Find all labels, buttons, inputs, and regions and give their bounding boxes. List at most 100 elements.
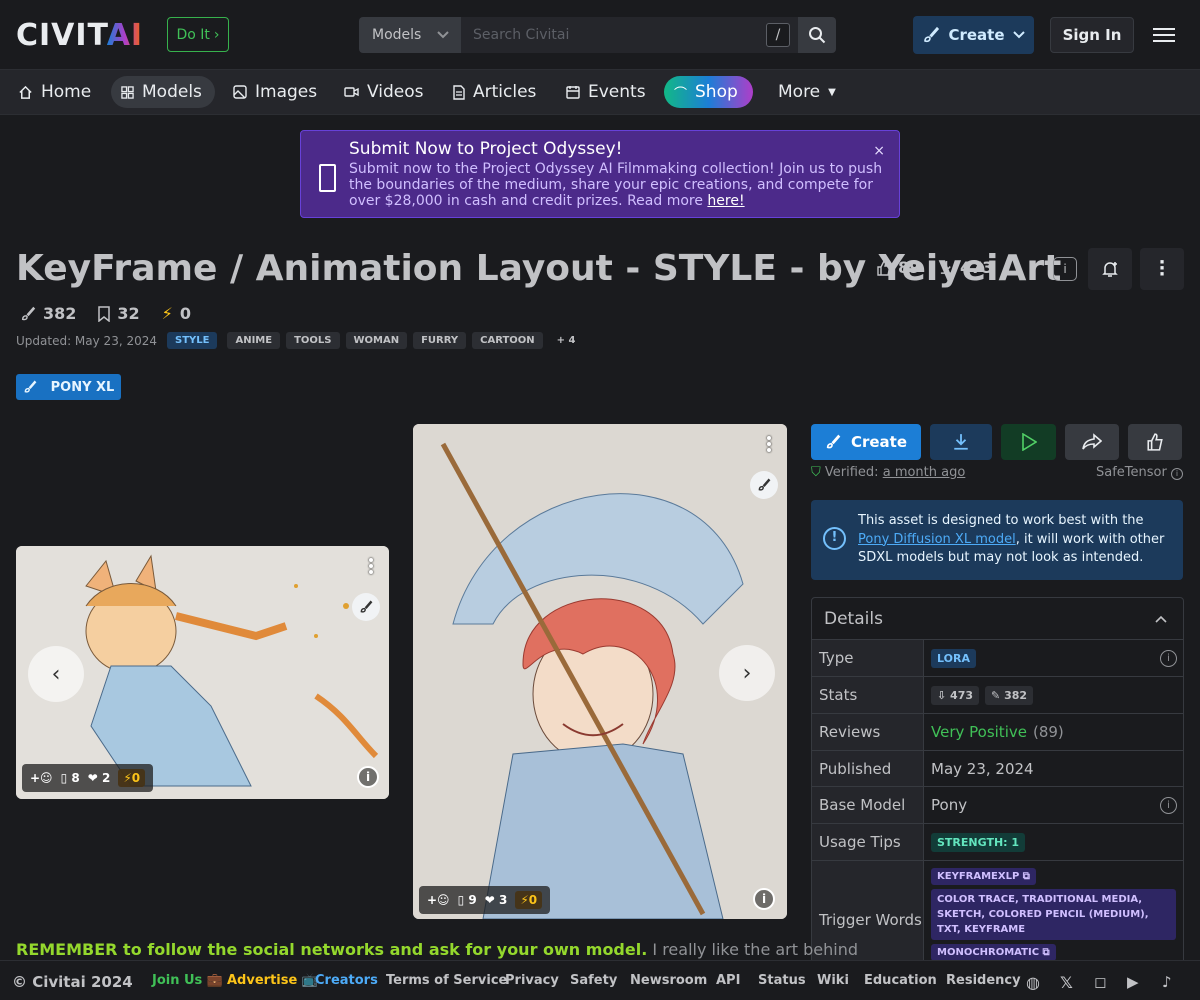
remix-icon[interactable] <box>352 593 380 621</box>
hamburger-menu-icon[interactable] <box>1153 24 1175 44</box>
nav-home[interactable]: Home <box>8 76 101 108</box>
buzz-stat: ⚡ 0 <box>161 304 192 323</box>
film-icon <box>319 164 336 192</box>
heart-count[interactable]: ❤ 2 <box>88 771 111 785</box>
brush-icon <box>360 600 373 613</box>
sign-in-button[interactable]: Sign In <box>1050 17 1134 53</box>
info-icon[interactable]: i <box>1171 468 1183 480</box>
tag-tools[interactable]: TOOLS <box>286 332 340 349</box>
search-button[interactable] <box>798 17 836 53</box>
civitai-logo[interactable]: CIVITAI <box>16 18 143 53</box>
share-button[interactable] <box>1065 424 1119 460</box>
footer-link-newsroom[interactable]: Newsroom <box>630 973 707 988</box>
likes-stat[interactable]: 89 <box>876 258 920 277</box>
chevron-up-icon <box>1155 615 1167 623</box>
gallery-image-card[interactable]: +☺ ▯ 9 ❤ 3 ⚡0 i › <box>413 424 787 919</box>
create-button[interactable]: Create <box>811 424 921 460</box>
details-panel: Details Type LORA i Stats ⇩ 473 ✎ 382 Review… <box>811 597 1184 977</box>
notify-button[interactable] <box>1088 248 1132 290</box>
footer-link-creators[interactable]: Creators <box>315 973 378 988</box>
footer-link-terms[interactable]: Terms of Service <box>386 973 507 988</box>
play-button[interactable] <box>1001 424 1056 460</box>
trigger-word-chip[interactable]: MONOCHROMATIC ⧉ <box>931 944 1056 961</box>
footer-link-safety[interactable]: Safety <box>570 973 617 988</box>
more-options-button[interactable]: · · · <box>1140 248 1184 290</box>
nav-more[interactable]: More ▼ <box>768 76 846 108</box>
banner-read-more-link[interactable]: here! <box>707 193 744 209</box>
footer-link-education[interactable]: Education <box>864 973 937 988</box>
detail-row-published: Published May 23, 2024 <box>812 751 1183 787</box>
updated-date: Updated: May 23, 2024 <box>16 333 157 348</box>
reviews-rating[interactable]: Very Positive <box>931 723 1027 741</box>
downloads-stat[interactable]: 473 <box>939 258 993 277</box>
model-info-button[interactable]: i <box>1043 248 1087 290</box>
like-button[interactable] <box>1128 424 1182 460</box>
reaction-bar[interactable]: +☺ ▯ 8 ❤ 2 ⚡0 <box>22 764 154 792</box>
trigger-word-chip[interactable]: KEYFRAMEXLP ⧉ <box>931 868 1036 885</box>
footer-link-status[interactable]: Status <box>758 973 806 988</box>
discord-icon[interactable]: ◍ <box>1026 973 1040 992</box>
create-menu-label: Create <box>948 26 1005 44</box>
info-icon[interactable]: i <box>357 766 379 788</box>
footer-link-residency[interactable]: Residency <box>946 973 1021 988</box>
model-meta-row: Updated: May 23, 2024 STYLE ANIME TOOLS … <box>16 332 584 349</box>
footer-link-api[interactable]: API <box>716 973 740 988</box>
nav-videos-label: Videos <box>367 82 424 102</box>
nav-events[interactable]: Events <box>556 76 656 108</box>
carousel-prev-button[interactable]: ‹ <box>28 646 84 702</box>
brush-icon <box>826 434 841 449</box>
search-input[interactable]: Search Civitai / <box>461 17 798 53</box>
details-header[interactable]: Details <box>812 598 1183 640</box>
shield-check-icon: ⛉ <box>811 465 821 480</box>
laugh-count[interactable]: ▯ 9 <box>458 893 477 907</box>
x-icon[interactable]: 𝕏 <box>1060 973 1073 992</box>
add-reaction-icon[interactable]: +☺ <box>30 771 53 785</box>
search-scope-select[interactable]: Models <box>359 17 461 53</box>
brush-icon <box>924 26 940 43</box>
trigger-word-chip[interactable]: COLOR TRACE, TRADITIONAL MEDIA, SKETCH, … <box>931 889 1176 940</box>
download-button[interactable] <box>930 424 992 460</box>
reaction-bar[interactable]: +☺ ▯ 9 ❤ 3 ⚡0 <box>419 886 551 914</box>
card-menu-icon[interactable] <box>767 434 773 454</box>
tag-cartoon[interactable]: CARTOON <box>472 332 543 349</box>
heart-count[interactable]: ❤ 3 <box>485 893 508 907</box>
nav-shop[interactable]: ⌒ Shop <box>664 76 753 108</box>
banner-body: Submit now to the Project Odyssey AI Fil… <box>349 161 883 209</box>
do-it-button[interactable]: Do It › <box>167 17 229 52</box>
card-menu-icon[interactable] <box>369 556 375 576</box>
nav-images[interactable]: Images <box>223 76 327 108</box>
carousel-next-button[interactable]: › <box>719 645 775 701</box>
tag-woman[interactable]: WOMAN <box>345 332 408 349</box>
nav-models-label: Models <box>142 82 202 102</box>
footer-link-wiki[interactable]: Wiki <box>817 973 849 988</box>
tag-style[interactable]: STYLE <box>167 332 218 349</box>
search-icon <box>809 27 826 44</box>
pony-model-link[interactable]: Pony Diffusion XL model <box>858 532 1016 547</box>
buzz-tip[interactable]: ⚡0 <box>515 891 543 909</box>
info-icon[interactable]: i <box>753 888 775 910</box>
gallery-image-card[interactable]: +☺ ▯ 8 ❤ 2 ⚡0 i ‹ <box>16 546 389 799</box>
nav-videos[interactable]: Videos <box>334 76 434 108</box>
info-icon[interactable]: i <box>1160 796 1177 814</box>
footer-link-privacy[interactable]: Privacy <box>505 973 559 988</box>
nav-models[interactable]: Models <box>111 76 215 108</box>
footer-link-join[interactable]: Join Us 💼 <box>152 973 223 988</box>
tag-furry[interactable]: FURRY <box>413 332 467 349</box>
remix-icon[interactable] <box>750 471 778 499</box>
youtube-icon[interactable]: ▶ <box>1127 973 1139 991</box>
add-reaction-icon[interactable]: +☺ <box>427 893 450 907</box>
create-menu-button[interactable]: Create <box>913 16 1034 54</box>
nav-articles[interactable]: Articles <box>443 76 546 108</box>
verified-time-link[interactable]: a month ago <box>883 465 966 480</box>
compatibility-notice: ! This asset is designed to work best wi… <box>811 500 1183 580</box>
tag-more[interactable]: + 4 <box>549 332 584 349</box>
tiktok-icon[interactable]: ♪ <box>1162 973 1172 991</box>
close-icon[interactable]: × <box>873 143 885 159</box>
instagram-icon[interactable]: ◻ <box>1094 973 1106 991</box>
buzz-tip[interactable]: ⚡0 <box>118 769 146 787</box>
info-icon[interactable]: i <box>1160 649 1177 667</box>
tag-anime[interactable]: ANIME <box>227 332 281 349</box>
laugh-count[interactable]: ▯ 8 <box>61 771 80 785</box>
footer-link-advertise[interactable]: Advertise 📺 <box>227 973 318 988</box>
base-model-badge[interactable]: PONY XL <box>16 374 121 400</box>
